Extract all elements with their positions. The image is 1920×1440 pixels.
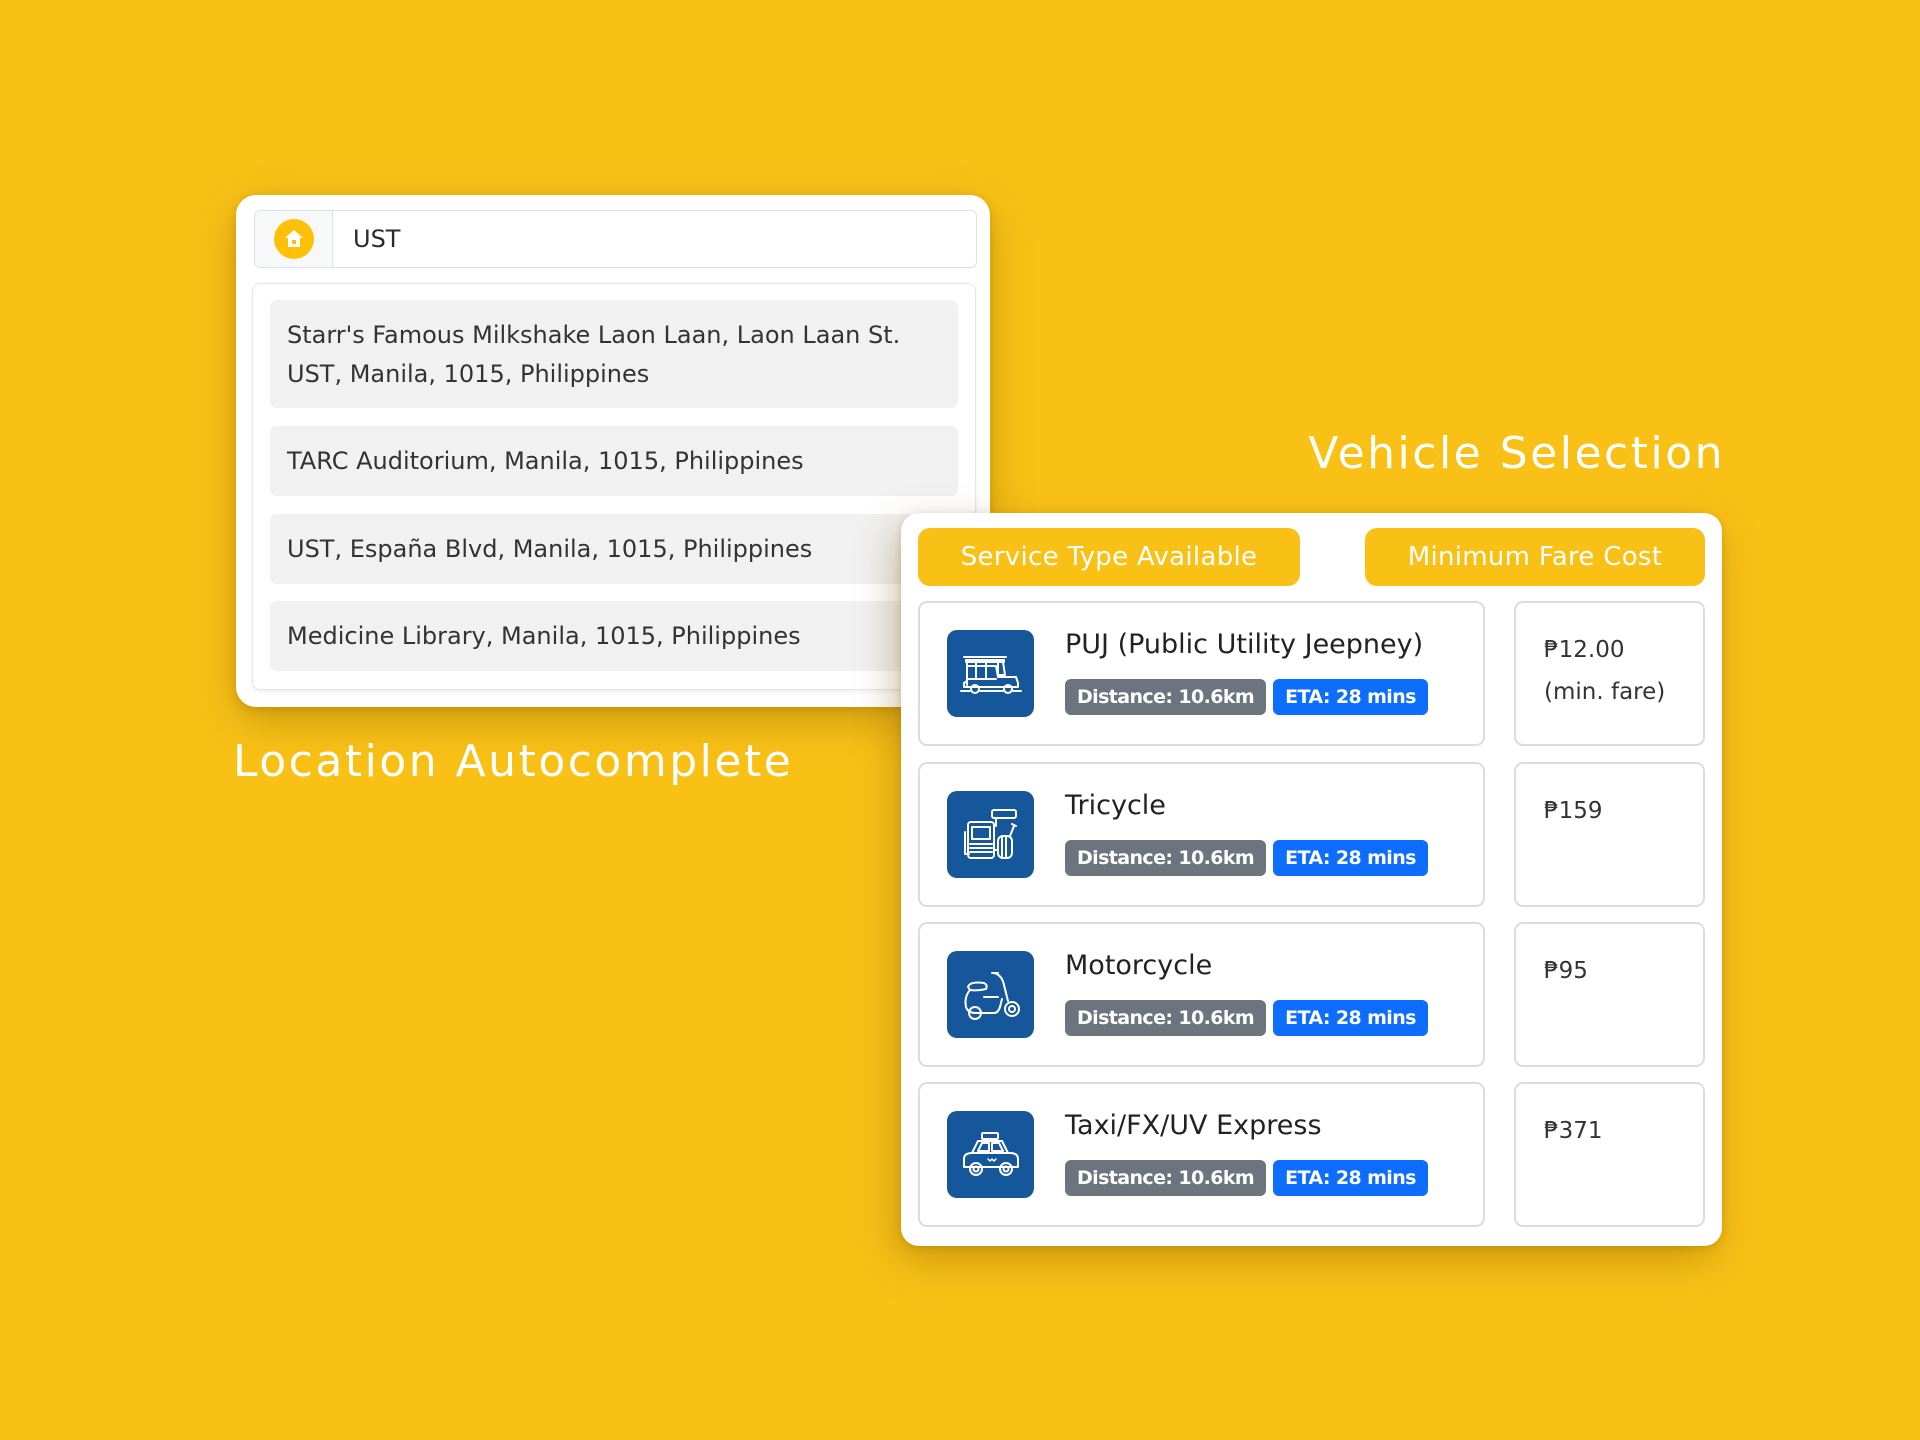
fare-amount: ₱159 <box>1544 798 1603 824</box>
service-type-header-button[interactable]: Service Type Available <box>918 528 1300 586</box>
vehicle-selection-caption: Vehicle Selection <box>1308 428 1725 479</box>
fare-amount: ₱371 <box>1544 1118 1603 1144</box>
location-search-field[interactable] <box>254 210 977 268</box>
vehicle-selection-panel: Service Type Available Minimum Fare Cost… <box>901 513 1722 1246</box>
location-autocomplete-caption: Location Autocomplete <box>233 736 794 787</box>
input-addon <box>255 211 333 267</box>
vehicle-name: PUJ (Public Utility Jeepney) <box>1065 629 1424 660</box>
autocomplete-dropdown: Starr's Famous Milkshake Laon Laan, Laon… <box>252 283 976 690</box>
vehicle-option-motorcycle[interactable]: Motorcycle Distance: 10.6km ETA: 28 mins <box>918 922 1485 1067</box>
vehicle-option-tricycle[interactable]: Tricycle Distance: 10.6km ETA: 28 mins <box>918 762 1485 907</box>
eta-badge: ETA: 28 mins <box>1273 1000 1428 1036</box>
location-search-input[interactable] <box>333 211 976 267</box>
suggestion-text: Medicine Library, Manila, 1015, Philippi… <box>287 621 801 650</box>
vehicle-badges: Distance: 10.6km ETA: 28 mins <box>1065 1000 1428 1036</box>
suggestion-item[interactable]: Starr's Famous Milkshake Laon Laan, Laon… <box>270 300 958 408</box>
motorcycle-icon <box>947 951 1034 1038</box>
fare-cell-taxi: ₱371 <box>1514 1082 1705 1227</box>
vehicle-name: Tricycle <box>1065 790 1166 821</box>
minimum-fare-header-button[interactable]: Minimum Fare Cost <box>1365 528 1705 586</box>
eta-badge: ETA: 28 mins <box>1273 1160 1428 1196</box>
fare-amount: ₱12.00 <box>1544 637 1625 663</box>
distance-badge: Distance: 10.6km <box>1065 840 1267 876</box>
vehicle-badges: Distance: 10.6km ETA: 28 mins <box>1065 679 1428 715</box>
fare-amount: ₱95 <box>1544 958 1588 984</box>
suggestion-text: TARC Auditorium, Manila, 1015, Philippin… <box>287 446 804 475</box>
suggestion-item[interactable]: TARC Auditorium, Manila, 1015, Philippin… <box>270 426 958 496</box>
tricycle-icon <box>947 791 1034 878</box>
vehicle-option-taxi[interactable]: Taxi/FX/UV Express Distance: 10.6km ETA:… <box>918 1082 1485 1227</box>
eta-badge: ETA: 28 mins <box>1273 840 1428 876</box>
vehicle-badges: Distance: 10.6km ETA: 28 mins <box>1065 840 1428 876</box>
suggestion-text: UST, Manila, 1015, Philippines <box>287 360 650 388</box>
distance-badge: Distance: 10.6km <box>1065 679 1267 715</box>
fare-cell-tricycle: ₱159 <box>1514 762 1705 907</box>
suggestion-text: Starr's Famous Milkshake Laon Laan, Laon… <box>287 321 901 349</box>
location-autocomplete-panel: Starr's Famous Milkshake Laon Laan, Laon… <box>236 195 990 707</box>
fare-note: (min. fare) <box>1544 679 1666 705</box>
eta-badge: ETA: 28 mins <box>1273 679 1428 715</box>
vehicle-name: Taxi/FX/UV Express <box>1065 1110 1322 1141</box>
vehicle-name: Motorcycle <box>1065 950 1213 981</box>
suggestion-item[interactable]: UST, España Blvd, Manila, 1015, Philippi… <box>270 514 958 584</box>
suggestion-text: UST, España Blvd, Manila, 1015, Philippi… <box>287 534 813 563</box>
fare-cell-motorcycle: ₱95 <box>1514 922 1705 1067</box>
home-icon <box>273 219 314 259</box>
distance-badge: Distance: 10.6km <box>1065 1000 1267 1036</box>
distance-badge: Distance: 10.6km <box>1065 1160 1267 1196</box>
jeepney-icon <box>947 630 1034 717</box>
fare-cell-jeepney: ₱12.00 (min. fare) <box>1514 601 1705 746</box>
vehicle-badges: Distance: 10.6km ETA: 28 mins <box>1065 1160 1428 1196</box>
taxi-icon <box>947 1111 1034 1198</box>
suggestion-item[interactable]: Medicine Library, Manila, 1015, Philippi… <box>270 601 958 671</box>
vehicle-option-jeepney[interactable]: PUJ (Public Utility Jeepney) Distance: 1… <box>918 601 1485 746</box>
